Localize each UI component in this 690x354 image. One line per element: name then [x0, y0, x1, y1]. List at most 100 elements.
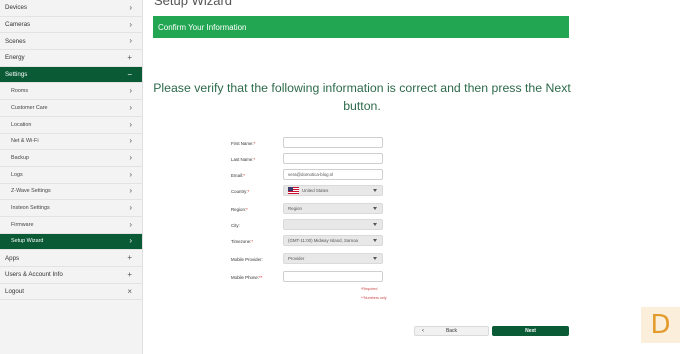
sidebar-item-insteon-settings[interactable]: Insteon Settings ›: [0, 200, 142, 217]
city-select[interactable]: [283, 219, 383, 230]
sidebar-item-logout[interactable]: Logout ×: [0, 284, 142, 301]
close-icon: ×: [127, 286, 132, 296]
banner-text: Confirm Your Information: [158, 22, 247, 32]
chevron-right-icon: ›: [129, 186, 132, 196]
form-row-country: Country:*: [231, 185, 283, 197]
field-label: Mobile Phone:**: [231, 274, 263, 280]
plus-icon: +: [127, 52, 132, 62]
form-row-email: Email:*: [231, 169, 283, 181]
chevron-right-icon: ›: [129, 219, 132, 229]
sidebar-item-label: Apps: [5, 254, 20, 262]
form-row-mobile-phone: Mobile Phone:**: [231, 271, 283, 283]
numbers-only-note: **Numbers only: [361, 296, 387, 300]
sidebar-item-label: Scenes: [5, 37, 26, 45]
brand-logo: D: [641, 307, 680, 343]
sidebar-item-label: Customer Care: [11, 104, 48, 111]
field-label: Mobile Provider:: [231, 256, 263, 262]
sidebar-item-label: Net & Wi-Fi: [11, 138, 39, 145]
field-label: Country:*: [231, 188, 250, 194]
sidebar-item-net-wifi[interactable]: Net & Wi-Fi ›: [0, 134, 142, 151]
chevron-right-icon: ›: [129, 2, 132, 12]
sidebar-item-customer-care[interactable]: Customer Care ›: [0, 100, 142, 117]
first-name-field[interactable]: [283, 137, 383, 148]
sidebar-item-label: Logout: [5, 288, 24, 296]
sidebar-item-apps[interactable]: Apps +: [0, 250, 142, 267]
sidebar-item-settings[interactable]: Settings −: [0, 66, 142, 84]
chevron-right-icon: ›: [129, 153, 132, 163]
email-field[interactable]: vera@domotica-blog.nl: [283, 169, 383, 180]
sidebar-item-users-account-info[interactable]: Users & Account Info +: [0, 267, 142, 284]
sidebar-item-logs[interactable]: Logs ›: [0, 167, 142, 184]
sidebar-item-label: Devices: [5, 4, 28, 12]
form-row-last-name: Last Name:*: [231, 153, 283, 165]
caret-down-icon: [373, 207, 377, 210]
sidebar-item-label: Insteon Settings: [11, 205, 50, 212]
sidebar-item-firmware[interactable]: Firmware ›: [0, 217, 142, 234]
sidebar-item-label: Z-Wave Settings: [11, 188, 51, 195]
sidebar-item-label: Users & Account Info: [5, 271, 63, 279]
form-row-mobile-provider: Mobile Provider:: [231, 253, 283, 265]
sidebar: Devices › Cameras › Scenes › Energy + Se…: [0, 0, 143, 354]
sidebar-item-label: Rooms: [11, 88, 29, 95]
next-button-label: Next: [525, 328, 536, 334]
sidebar-item-rooms[interactable]: Rooms ›: [0, 83, 142, 101]
sidebar-item-setup-wizard[interactable]: Setup Wizard ›: [0, 233, 142, 251]
chevron-right-icon: ›: [129, 203, 132, 213]
country-select[interactable]: United States: [283, 185, 383, 196]
sidebar-item-cameras[interactable]: Cameras ›: [0, 17, 142, 34]
plus-icon: +: [127, 269, 132, 279]
sidebar-item-location[interactable]: Location ›: [0, 117, 142, 134]
chevron-right-icon: ›: [129, 19, 132, 29]
page-title: Setup Wizard: [154, 0, 233, 8]
caret-down-icon: [373, 239, 377, 242]
sidebar-item-energy[interactable]: Energy +: [0, 50, 142, 67]
field-label: City:: [231, 222, 240, 228]
field-label: Region:*: [231, 206, 248, 212]
chevron-left-icon: ‹: [422, 328, 424, 334]
region-value: Region: [288, 206, 302, 211]
minus-icon: −: [127, 69, 132, 79]
chevron-right-icon: ›: [129, 102, 132, 112]
sidebar-item-backup[interactable]: Backup ›: [0, 150, 142, 167]
sidebar-item-label: Backup: [11, 155, 29, 162]
plus-icon: +: [127, 253, 132, 263]
region-select[interactable]: Region: [283, 203, 383, 214]
field-label: Last Name:*: [231, 156, 256, 162]
us-flag-icon: [288, 187, 299, 194]
chevron-right-icon: ›: [129, 169, 132, 179]
sidebar-item-label: Logs: [11, 171, 23, 178]
sidebar-item-label: Setup Wizard: [11, 238, 44, 245]
chevron-right-icon: ›: [129, 136, 132, 146]
timezone-select[interactable]: (GMT-11:00) Midway Island, Samoa: [283, 235, 383, 246]
form-row-first-name: First Name:*: [231, 137, 283, 149]
mobile-provider-value: Provider: [288, 256, 305, 261]
sidebar-item-scenes[interactable]: Scenes ›: [0, 33, 142, 51]
chevron-right-icon: ›: [129, 236, 132, 246]
verify-instructions: Please verify that the following informa…: [153, 81, 571, 113]
back-button-label: Back: [445, 328, 458, 334]
last-name-field[interactable]: [283, 153, 383, 164]
back-button[interactable]: ‹ Back: [414, 326, 489, 336]
app-root: Devices › Cameras › Scenes › Energy + Se…: [0, 0, 690, 354]
form-row-region: Region:*: [231, 203, 283, 215]
section-banner: Confirm Your Information: [153, 16, 569, 38]
sidebar-item-devices[interactable]: Devices ›: [0, 0, 142, 17]
sidebar-item-label: Firmware: [11, 221, 34, 228]
form-row-city: City:: [231, 219, 283, 231]
form-row-timezone: Timezone:*: [231, 235, 283, 247]
caret-down-icon: [373, 223, 377, 226]
field-label: Email:*: [231, 172, 245, 178]
chevron-right-icon: ›: [129, 86, 132, 96]
sidebar-item-label: Settings: [5, 71, 28, 79]
sidebar-item-zwave-settings[interactable]: Z-Wave Settings ›: [0, 184, 142, 201]
timezone-value: (GMT-11:00) Midway Island, Samoa: [288, 238, 358, 243]
country-value: United States: [302, 188, 329, 193]
caret-down-icon: [373, 257, 377, 260]
field-label: Timezone:*: [231, 238, 254, 244]
next-button[interactable]: Next: [492, 326, 569, 336]
mobile-provider-select[interactable]: Provider: [283, 253, 383, 264]
chevron-right-icon: ›: [129, 119, 132, 129]
mobile-phone-field[interactable]: [283, 271, 383, 282]
caret-down-icon: [373, 189, 377, 192]
sidebar-item-label: Energy: [5, 54, 25, 62]
